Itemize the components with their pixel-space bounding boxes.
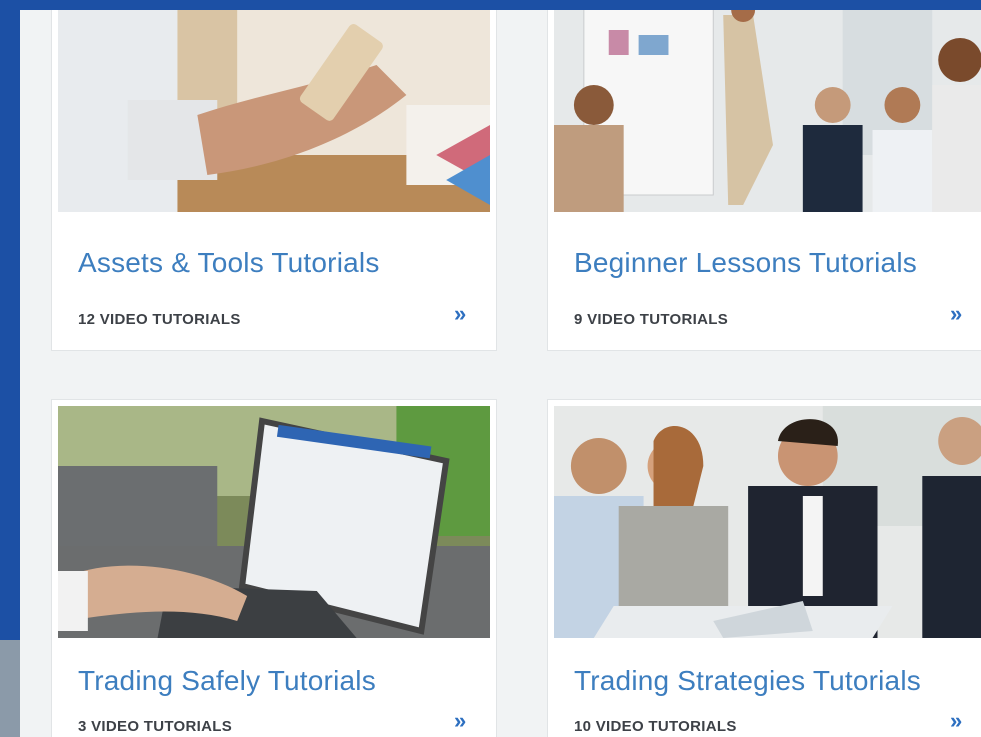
card-thumbnail-hand-phone <box>58 10 490 212</box>
video-count: 10 VIDEO TUTORIALS <box>574 718 737 735</box>
video-count: 12 VIDEO TUTORIALS <box>78 311 241 328</box>
tutorial-card-assets-tools[interactable]: Assets & Tools Tutorials 12 VIDEO TUTORI… <box>51 10 497 351</box>
video-count: 3 VIDEO TUTORIALS <box>78 718 233 735</box>
card-title[interactable]: Beginner Lessons Tutorials <box>574 247 917 279</box>
card-thumbnail-laptop-typing <box>58 406 490 638</box>
bottom-band <box>0 640 20 737</box>
double-chevron-right-icon[interactable]: » <box>454 708 466 734</box>
video-count: 9 VIDEO TUTORIALS <box>574 311 729 328</box>
tutorial-card-trading-safely[interactable]: Trading Safely Tutorials 3 VIDEO TUTORIA… <box>51 399 497 737</box>
card-title[interactable]: Trading Safely Tutorials <box>78 665 376 697</box>
card-thumbnail-presentation <box>554 10 981 212</box>
tutorial-card-beginner-lessons[interactable]: Beginner Lessons Tutorials 9 VIDEO TUTOR… <box>547 10 981 351</box>
tutorial-card-trading-strategies[interactable]: Trading Strategies Tutorials 10 VIDEO TU… <box>547 399 981 737</box>
card-thumbnail-team-meeting <box>554 406 981 638</box>
card-title[interactable]: Assets & Tools Tutorials <box>78 247 380 279</box>
double-chevron-right-icon[interactable]: » <box>454 301 466 327</box>
card-title[interactable]: Trading Strategies Tutorials <box>574 665 921 697</box>
double-chevron-right-icon[interactable]: » <box>950 708 962 734</box>
double-chevron-right-icon[interactable]: » <box>950 301 962 327</box>
tutorials-panel: Assets & Tools Tutorials 12 VIDEO TUTORI… <box>20 10 981 737</box>
